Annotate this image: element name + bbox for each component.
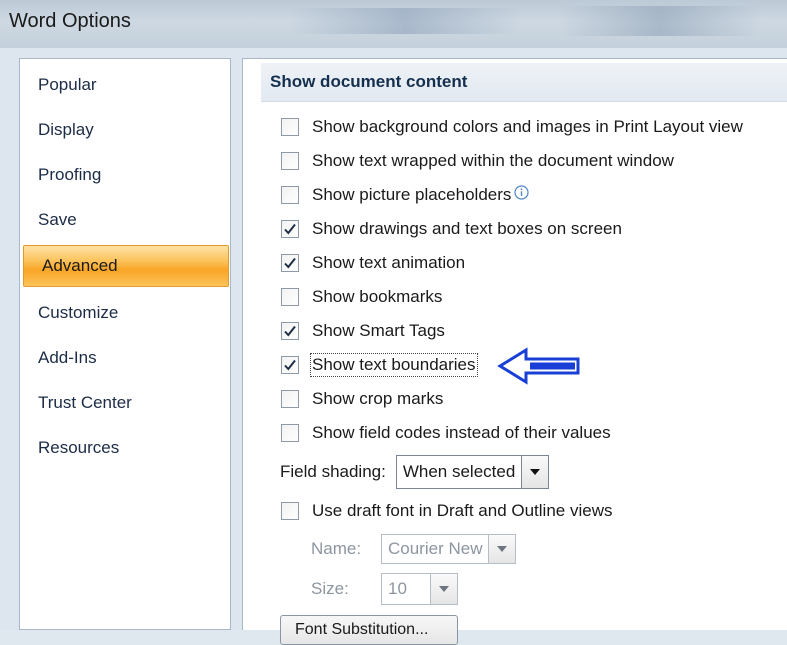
option-label: Show field codes instead of their values xyxy=(312,423,611,442)
chevron-down-icon[interactable] xyxy=(488,535,516,563)
sidebar-item-trust-center[interactable]: Trust Center xyxy=(20,383,230,423)
option-show-text-animation[interactable]: Show text animation xyxy=(281,250,465,276)
window-title: Word Options xyxy=(9,10,131,32)
option-show-smart-tags[interactable]: Show Smart Tags xyxy=(281,318,445,344)
checkbox-checked[interactable] xyxy=(281,220,299,238)
option-label: Show drawings and text boxes on screen xyxy=(312,219,622,238)
option-show-background-colors[interactable]: Show background colors and images in Pri… xyxy=(281,114,743,140)
draft-font-name-row: Name: Courier New xyxy=(311,534,517,564)
font-substitution-button[interactable]: Font Substitution... xyxy=(280,615,458,645)
option-show-crop-marks[interactable]: Show crop marks xyxy=(281,386,443,412)
option-use-draft-font[interactable]: Use draft font in Draft and Outline view… xyxy=(281,498,612,524)
font-size-label: Size: xyxy=(311,579,349,598)
arrow-left-icon xyxy=(496,347,582,390)
option-label: Show picture placeholders xyxy=(312,185,512,204)
draft-font-size-row: Size: 10 xyxy=(311,573,458,605)
option-label: Use draft font in Draft and Outline view… xyxy=(312,501,613,520)
option-show-picture-placeholders[interactable]: Show picture placeholders xyxy=(281,182,530,208)
option-label: Show crop marks xyxy=(312,389,444,408)
sidebar-item-popular[interactable]: Popular xyxy=(20,65,230,105)
title-bar: Word Options xyxy=(0,0,787,48)
option-show-drawings-text-boxes[interactable]: Show drawings and text boxes on screen xyxy=(281,216,622,242)
option-label: Show background colors and images in Pri… xyxy=(312,117,743,136)
font-name-label: Name: xyxy=(311,539,362,558)
option-label: Show text boundaries xyxy=(310,353,478,377)
field-shading-dropdown[interactable]: When selected xyxy=(395,455,550,489)
checkbox[interactable] xyxy=(281,118,299,136)
font-size-value: 10 xyxy=(388,579,407,598)
option-show-field-codes[interactable]: Show field codes instead of their values xyxy=(281,420,611,446)
options-sidebar: Popular Display Proofing Save Advanced C… xyxy=(19,58,231,630)
checkbox[interactable] xyxy=(281,390,299,408)
checkbox-checked[interactable] xyxy=(281,356,299,374)
option-label: Show bookmarks xyxy=(312,287,443,306)
sidebar-item-customize[interactable]: Customize xyxy=(20,293,230,333)
sidebar-item-save[interactable]: Save xyxy=(20,200,230,240)
chevron-down-icon[interactable] xyxy=(521,456,549,488)
option-label: Show Smart Tags xyxy=(312,321,445,340)
info-icon[interactable] xyxy=(514,185,530,205)
field-shading-label: Field shading: xyxy=(280,462,386,481)
sidebar-item-display[interactable]: Display xyxy=(20,110,230,150)
font-name-value: Courier New xyxy=(388,539,483,558)
sidebar-item-add-ins[interactable]: Add-Ins xyxy=(20,338,230,378)
checkbox[interactable] xyxy=(281,502,299,520)
option-show-text-wrapped[interactable]: Show text wrapped within the document wi… xyxy=(281,148,674,174)
option-show-bookmarks[interactable]: Show bookmarks xyxy=(281,284,442,310)
section-title: Show document content xyxy=(270,72,468,91)
blurred-background-title xyxy=(560,6,760,36)
field-shading-value: When selected xyxy=(402,462,516,481)
chevron-down-icon[interactable] xyxy=(430,574,457,604)
checkbox-checked[interactable] xyxy=(281,254,299,272)
checkbox[interactable] xyxy=(281,152,299,170)
sidebar-item-proofing[interactable]: Proofing xyxy=(20,155,230,195)
checkbox[interactable] xyxy=(281,186,299,204)
option-label: Show text animation xyxy=(312,253,466,272)
font-name-dropdown[interactable]: Courier New xyxy=(381,534,517,564)
sidebar-item-resources[interactable]: Resources xyxy=(20,428,230,468)
option-show-text-boundaries[interactable]: Show text boundaries xyxy=(281,352,478,378)
checkbox[interactable] xyxy=(281,288,299,306)
sidebar-item-advanced[interactable]: Advanced xyxy=(23,245,229,287)
option-label: Show text wrapped within the document wi… xyxy=(312,151,674,170)
section-header: Show document content xyxy=(261,63,787,102)
checkbox[interactable] xyxy=(281,424,299,442)
blurred-background-title xyxy=(290,8,520,34)
font-size-dropdown[interactable]: 10 xyxy=(381,573,458,605)
options-content-panel: Show document content Show background co… xyxy=(242,58,787,645)
field-shading-row: Field shading: When selected xyxy=(280,455,550,489)
checkbox-checked[interactable] xyxy=(281,322,299,340)
